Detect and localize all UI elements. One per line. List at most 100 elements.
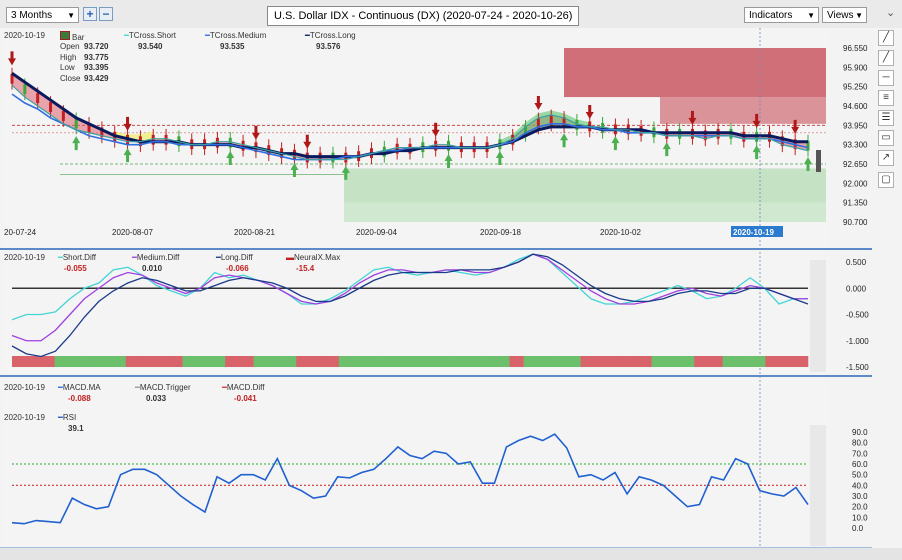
diff-date: 2020-10-19 [4,253,45,262]
chart-canvas: 96.550 95.900 95.250 94.600 93.950 93.300 92.6… [0,28,872,549]
neuralx-bar [424,356,439,367]
price-y-tick: 94.600 [843,102,868,111]
neuralx-bar [751,356,766,367]
tmed-label: TCross.Medium [209,31,267,40]
rsi-y-tick: 80.0 [852,439,868,448]
neuralx-bar [566,356,581,367]
short-diff-value: -0.055 [64,264,87,273]
neuralx-bar [296,356,311,367]
bar-label: Bar [72,33,85,42]
rsi-y-tick: 0.0 [852,524,864,533]
neuralx-bar [537,356,553,367]
panel-bg-2 [4,379,830,414]
diff-y-tick: 0.500 [846,258,867,267]
macd-trigger-label: MACD.Trigger [139,383,191,392]
open-value: 93.720 [84,42,109,51]
macd-ma-legend: ━MACD.MA [58,383,101,392]
high-label: High [60,52,77,62]
rsi-y-tick: 20.0 [852,503,868,512]
neuralx-bar [594,356,610,367]
neuralx-swatch-icon: ▬ [286,253,294,262]
high-value: 93.775 [84,52,109,62]
neuralx-bar [111,356,127,367]
candle [164,134,168,145]
diff-y-tick: -1.000 [846,337,869,346]
rsi-y-tick: 10.0 [852,513,868,522]
candle [575,119,579,130]
candle [61,111,65,121]
neuralx-label: NeuralX.Max [294,253,341,262]
neuralx-bar [736,356,752,367]
rsi-scroll-track [810,425,826,546]
neuralx-bar [225,356,240,367]
bar-legend: Bar [60,31,84,42]
neuralx-bar [324,356,340,367]
price-y-tick: 95.900 [843,63,868,72]
neuralx-bar [708,356,724,367]
support-zone [344,202,826,222]
medium-diff-value: 0.010 [142,264,163,273]
tmed-value: 93.535 [220,42,245,51]
x-tick-label: 2020-09-18 [480,228,521,237]
rsi-y-tick: 70.0 [852,449,868,458]
tlong-legend: ━TCross.Long [305,31,356,40]
open-label: Open [60,42,80,51]
neuralx-bar [665,356,681,367]
tshort-value: 93.540 [138,42,163,51]
diff-y-tick: 0.000 [846,284,867,293]
neuralx-bar [509,356,525,367]
tshort-label: TCross.Short [128,31,176,40]
medium-diff-label: Medium.Diff [136,253,180,262]
close-value: 93.429 [84,73,109,83]
macd-trigger-value: 0.033 [146,394,167,403]
neuralx-legend: ▬NeuralX.Max [286,253,340,262]
neuralx-bar [381,356,397,367]
price-y-tick: 93.950 [843,121,868,130]
low-label: Low [60,63,75,72]
neuralx-bar [211,356,226,367]
resistance-zone [660,97,826,124]
neuralx-bar [779,356,795,367]
long-diff-value: -0.066 [226,264,249,273]
ohlc-labels: Open High Low Close [60,42,80,84]
neuralx-value: -15.4 [296,264,315,273]
diff-y-tick: -1.500 [846,363,869,372]
price-y-tick: 95.250 [843,83,868,92]
x-tick-label: 2020-08-21 [234,228,275,237]
short-diff-label: Short.Diff [62,253,97,262]
macd-ma-label: MACD.MA [62,383,101,392]
support-zone [344,168,826,203]
medium-diff-legend: ━Medium.Diff [132,253,179,262]
neuralx-bar [637,356,652,367]
neuralx-bar [680,356,695,367]
neuralx-bar [68,356,84,367]
x-tick-label: 2020-10-19 [733,228,774,237]
neuralx-bar [495,356,510,367]
neuralx-bar [338,356,354,367]
neuralx-bar [282,356,297,367]
rsi-date: 2020-10-19 [4,413,45,422]
x-tick-label: 2020-08-07 [112,228,153,237]
neuralx-bar [438,356,453,367]
diff-scroll-track [810,260,826,372]
price-last-marker [816,150,821,172]
neuralx-bar [651,356,667,367]
neuralx-bar [481,356,496,367]
neuralx-bar [694,356,709,367]
neuralx-bar [395,356,411,367]
neuralx-bar [253,356,269,367]
macd-diff-legend: ━MACD.Diff [222,383,264,392]
neuralx-bar [182,356,198,367]
x-tick-label: 2020-10-02 [600,228,641,237]
macd-ma-value: -0.088 [68,394,91,403]
low-value: 93.395 [84,63,109,72]
price-y-tick: 92.650 [843,160,868,169]
long-diff-label: Long.Diff [220,253,253,262]
rsi-y-tick: 40.0 [852,481,868,490]
neuralx-bar [54,356,70,367]
rsi-label: RSI [62,413,77,422]
neuralx-bar [623,356,638,367]
candle [49,102,53,112]
neuralx-bar [367,356,382,367]
neuralx-bar [196,356,212,367]
